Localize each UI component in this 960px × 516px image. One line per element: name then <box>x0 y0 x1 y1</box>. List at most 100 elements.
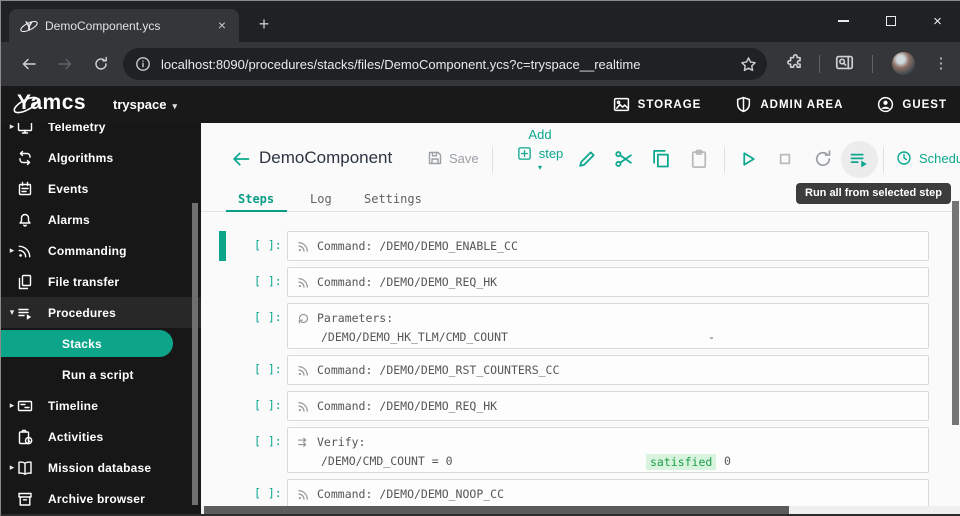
stop-icon <box>779 153 791 165</box>
tab-close-icon[interactable]: × <box>213 17 231 35</box>
active-tab-underline <box>226 210 287 212</box>
step-parameters-box[interactable]: Parameters: /DEMO/DEMO_HK_TLM/CMD_COUNT - <box>287 303 929 349</box>
window-controls: × <box>820 1 960 42</box>
refresh-button[interactable] <box>813 149 833 169</box>
copy-button[interactable] <box>651 149 671 169</box>
horizontal-scrollbar-thumb[interactable] <box>204 506 789 514</box>
step-breakpoint-prefix[interactable]: [ ]: <box>254 434 282 448</box>
step-row: [ ]: Command: /DEMO/DEMO_RST_COUNTERS_CC <box>254 355 929 385</box>
sidebar-item-timeline[interactable]: ▸ Timeline <box>1 390 201 421</box>
sidebar-item-archive-browser[interactable]: Archive browser <box>1 483 201 514</box>
verify-status-value: 0 <box>724 454 731 468</box>
step-label: Verify: <box>317 435 366 449</box>
header-link-storage[interactable]: STORAGE <box>613 96 702 113</box>
tab-settings[interactable]: Settings <box>364 192 422 206</box>
schedule-button[interactable]: Schedu <box>896 150 960 166</box>
sidebar-item-run-a-script[interactable]: Run a script <box>1 359 201 390</box>
step-breakpoint-prefix[interactable]: [ ]: <box>254 238 282 252</box>
step-value: /DEMO/DEMO_REQ_HK <box>379 275 498 289</box>
step-command-box[interactable]: Command: /DEMO/DEMO_NOOP_CC <box>287 479 929 506</box>
refresh-icon <box>815 150 831 167</box>
clipboard-clock-icon <box>17 429 33 445</box>
sidebar-item-label: Archive browser <box>48 491 146 506</box>
step-row: [ ]: Verify: /DEMO/CMD_COUNT = 0 satisfied 0 <box>254 427 929 473</box>
horizontal-scrollbar-track[interactable] <box>201 506 960 514</box>
forward-nav-button[interactable] <box>53 52 77 76</box>
back-nav-button[interactable] <box>17 52 41 76</box>
sidebar-item-activities[interactable]: Activities <box>1 421 201 452</box>
page-back-button[interactable] <box>231 149 251 169</box>
profile-avatar[interactable] <box>892 52 915 75</box>
tooltip: Run all from selected step <box>796 183 951 204</box>
chrome-menu-button[interactable]: ⋮ <box>930 52 952 76</box>
edit-button[interactable] <box>577 149 597 169</box>
save-button[interactable]: Save <box>427 150 479 166</box>
window-minimize-button[interactable] <box>820 1 867 41</box>
side-panel-search-button[interactable] <box>835 53 857 75</box>
extensions-button[interactable] <box>785 53 807 75</box>
sidebar-item-mission-database[interactable]: ▸ Mission database <box>1 452 201 483</box>
step-verify-box[interactable]: Verify: /DEMO/CMD_COUNT = 0 satisfied 0 <box>287 427 929 473</box>
sidebar-item-algorithms[interactable]: Algorithms <box>1 142 201 173</box>
reload-button[interactable] <box>89 52 113 76</box>
step-breakpoint-prefix[interactable]: [ ]: <box>254 274 282 288</box>
header-link-admin-area[interactable]: ADMIN AREA <box>735 96 843 113</box>
orbit-swoosh-icon <box>13 96 39 114</box>
back-arrow-icon <box>22 58 36 70</box>
toolbar-divider <box>819 55 820 73</box>
step-breakpoint-prefix[interactable]: [ ]: <box>254 486 282 500</box>
step-command-box[interactable]: Command: /DEMO/DEMO_REQ_HK <box>287 267 929 297</box>
parameters-step-icon <box>297 312 310 325</box>
yamcs-favicon-icon: Y <box>20 18 38 34</box>
sidebar-item-label: File transfer <box>48 274 120 289</box>
tab-steps[interactable]: Steps <box>238 192 274 206</box>
calendar-icon <box>17 181 33 197</box>
new-tab-button[interactable]: + <box>251 12 277 38</box>
step-command-box[interactable]: Command: /DEMO/DEMO_RST_COUNTERS_CC <box>287 355 929 385</box>
window-maximize-button[interactable] <box>867 1 914 41</box>
instance-selector[interactable]: tryspace ▾ <box>113 97 177 112</box>
copy-icon <box>653 150 669 168</box>
sidebar-item-telemetry[interactable]: ▸ Telemetry <box>1 123 201 142</box>
browser-tab[interactable]: Y DemoComponent.ycs × <box>9 9 239 42</box>
sidebar-item-procedures[interactable]: ▾ Procedures <box>1 297 201 328</box>
sidebar-item-events[interactable]: Events <box>1 173 201 204</box>
sidebar-item-label: Telemetry <box>48 123 106 134</box>
command-step-icon <box>297 364 310 377</box>
playlist-play-icon <box>850 153 867 168</box>
step-command-box[interactable]: Command: /DEMO/DEMO_ENABLE_CC <box>287 231 929 261</box>
timeline-icon <box>17 398 33 414</box>
header-link-guest[interactable]: GUEST <box>877 96 947 113</box>
clipboard-paste-icon <box>691 149 707 168</box>
step-breakpoint-prefix[interactable]: [ ]: <box>254 310 282 324</box>
chevron-down-icon: ▾ <box>172 101 178 111</box>
sidebar-item-commanding[interactable]: ▸ Commanding <box>1 235 201 266</box>
sidebar-scrollbar-thumb[interactable] <box>192 203 198 505</box>
selected-step-indicator <box>219 231 226 261</box>
command-step-icon <box>297 276 310 289</box>
window-close-button[interactable]: × <box>914 1 960 41</box>
yamcs-logo[interactable]: Yamcs <box>13 91 86 119</box>
cut-button[interactable] <box>614 149 634 169</box>
tab-log[interactable]: Log <box>310 192 332 206</box>
clock-icon <box>897 151 911 165</box>
browser-window: Y DemoComponent.ycs × + × localhost:8090… <box>0 0 960 516</box>
chevron-down-icon[interactable]: ▾ <box>501 164 579 172</box>
run-all-from-selected-button[interactable] <box>849 149 869 169</box>
sidebar: ▸ Telemetry Algorithms Events Alarms ▸ Command… <box>1 123 201 514</box>
paste-button[interactable] <box>689 149 709 169</box>
sidebar-item-file-transfer[interactable]: File transfer <box>1 266 201 297</box>
step-command-box[interactable]: Command: /DEMO/DEMO_REQ_HK <box>287 391 929 421</box>
step-breakpoint-prefix[interactable]: [ ]: <box>254 398 282 412</box>
add-step-button[interactable]: Add step ▾ <box>501 127 579 172</box>
url-bar[interactable]: localhost:8090/procedures/stacks/files/D… <box>123 48 767 80</box>
bookmark-star-icon[interactable] <box>740 56 757 73</box>
run-button[interactable] <box>738 149 758 169</box>
vertical-scrollbar-thumb[interactable] <box>952 201 959 425</box>
step-breakpoint-prefix[interactable]: [ ]: <box>254 362 282 376</box>
stop-button[interactable] <box>775 149 795 169</box>
maximize-icon <box>885 16 896 26</box>
sidebar-item-stacks[interactable]: Stacks <box>1 328 201 359</box>
sidebar-item-alarms[interactable]: Alarms <box>1 204 201 235</box>
site-info-icon[interactable] <box>135 56 151 72</box>
